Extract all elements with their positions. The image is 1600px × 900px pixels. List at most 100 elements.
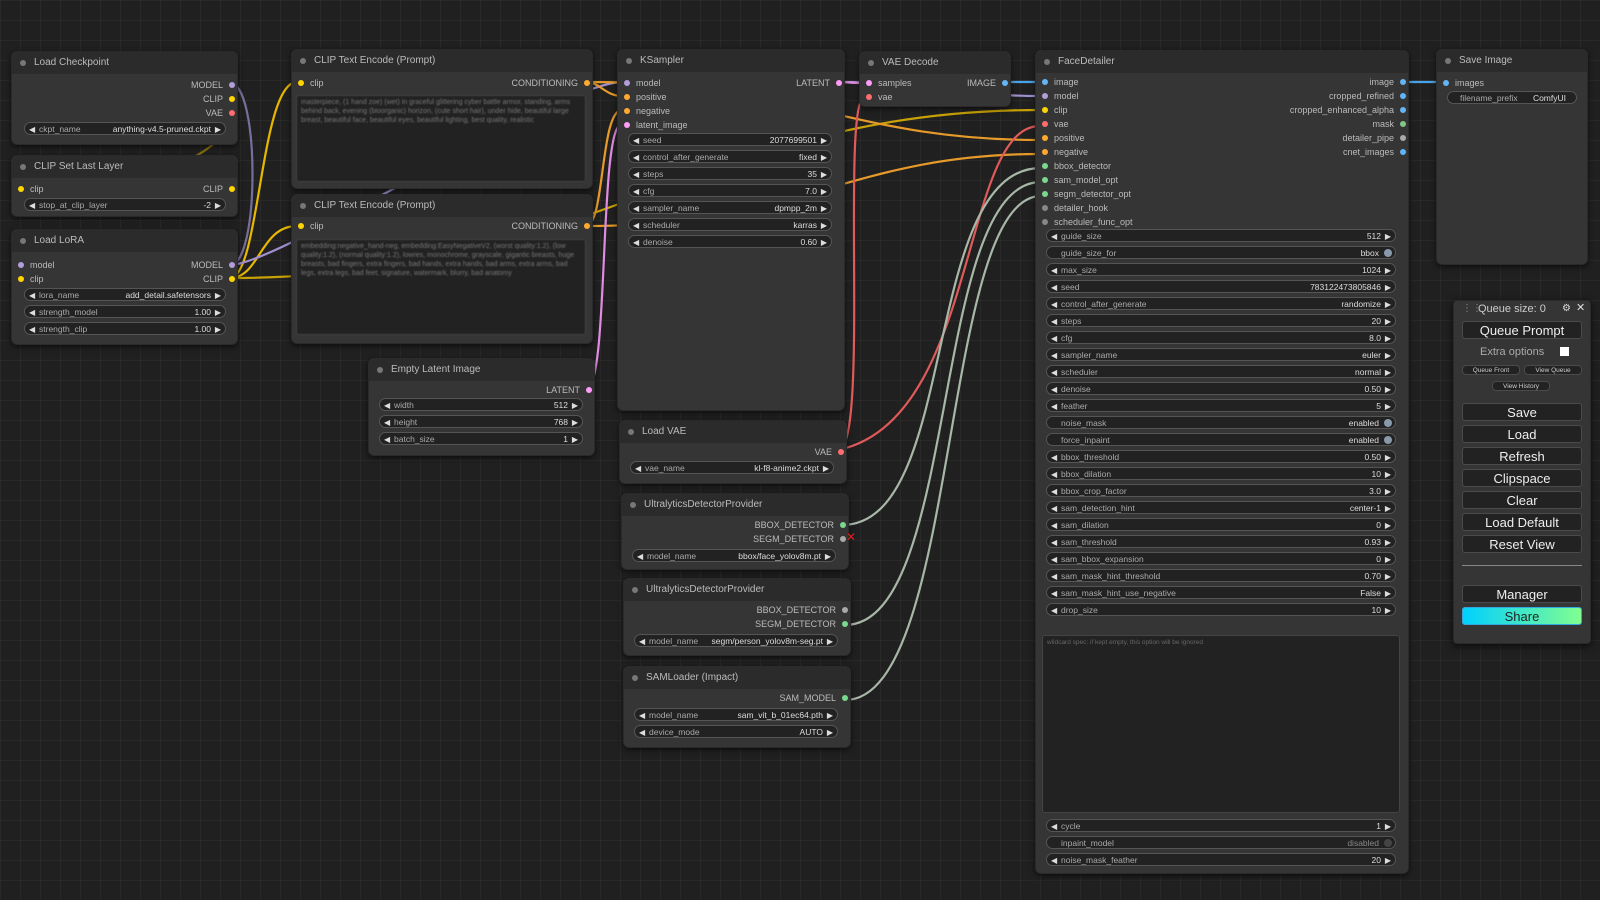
output-clip[interactable]: CLIP — [203, 92, 235, 106]
vae-name-combo[interactable]: ◀ vae_name kl-f8-anime2.ckpt ▶ — [630, 461, 834, 474]
gear-icon[interactable]: ⚙ — [1562, 303, 1571, 314]
node-title[interactable]: FaceDetailer — [1036, 51, 1408, 73]
lora-name-combo[interactable]: ◀ lora_name add_detail.safetensors ▶ — [24, 288, 226, 301]
arrow-left-icon[interactable]: ◀ — [1051, 820, 1057, 831]
slot-dot[interactable] — [586, 387, 592, 393]
slot-dot[interactable] — [836, 80, 842, 86]
noise-mask-feather-widget[interactable]: ◀ noise_mask_feather 20 ▶ — [1046, 853, 1396, 866]
output-cropped-refined[interactable]: cropped_refined — [1329, 89, 1406, 103]
arrow-left-icon[interactable]: ◀ — [1051, 349, 1057, 360]
arrow-right-icon[interactable]: ▶ — [1385, 264, 1391, 275]
arrow-left-icon[interactable]: ◀ — [1051, 281, 1057, 292]
node-title[interactable]: VAE Decode — [860, 52, 1010, 74]
slot-dot[interactable] — [1042, 163, 1048, 169]
output-model[interactable]: MODEL — [191, 78, 235, 92]
arrow-right-icon[interactable]: ▶ — [1385, 332, 1391, 343]
input-clip[interactable]: clip — [296, 219, 324, 233]
prompt-text-area[interactable]: embedding:negative_hand-neg, embedding:E… — [296, 239, 586, 335]
slot-dot[interactable] — [866, 94, 872, 100]
output-conditioning[interactable]: CONDITIONING — [512, 76, 590, 90]
slot-dot[interactable] — [229, 276, 235, 282]
arrow-right-icon[interactable]: ▶ — [1385, 400, 1391, 411]
node-save-image[interactable]: Save Image images filename_prefix ComfyUI — [1436, 49, 1588, 265]
node-title[interactable]: Load VAE — [620, 421, 846, 443]
scheduler-combo[interactable]: ◀ scheduler karras ▶ — [628, 218, 832, 231]
input-model[interactable]: model — [622, 76, 661, 90]
extra-options-checkbox[interactable] — [1560, 347, 1569, 356]
node-title[interactable]: SAMLoader (Impact) — [624, 667, 850, 689]
output-clip[interactable]: CLIP — [203, 272, 235, 286]
model-name-combo[interactable]: ◀ model_name sam_vit_b_01ec64.pth ▶ — [634, 708, 838, 721]
arrow-left-icon[interactable]: ◀ — [1051, 332, 1057, 343]
slot-dot[interactable] — [1042, 79, 1048, 85]
output-model[interactable]: MODEL — [191, 258, 235, 272]
slot-dot[interactable] — [1042, 191, 1048, 197]
arrow-right-icon[interactable]: ▶ — [1385, 230, 1391, 241]
arrow-left-icon[interactable]: ◀ — [1051, 536, 1057, 547]
control-after-generate-combo[interactable]: ◀ control_after_generate fixed ▶ — [628, 150, 832, 163]
arrow-right-icon[interactable]: ▶ — [1385, 604, 1391, 615]
max-size-widget[interactable]: ◀ max_size 1024 ▶ — [1046, 263, 1396, 276]
slot-dot[interactable] — [1002, 80, 1008, 86]
node-face-detailer[interactable]: FaceDetailer image model clip vae positive ne… — [1035, 50, 1409, 874]
node-title[interactable]: Empty Latent Image — [369, 359, 594, 381]
output-conditioning[interactable]: CONDITIONING — [512, 219, 590, 233]
load-button[interactable]: Load — [1462, 425, 1582, 443]
arrow-right-icon[interactable]: ▶ — [1385, 366, 1391, 377]
arrow-left-icon[interactable]: ◀ — [635, 462, 641, 473]
output-segm-detector[interactable]: SEGM_DETECTOR — [755, 617, 848, 631]
input-clip[interactable]: clip — [1040, 103, 1068, 117]
input-clip[interactable]: clip — [16, 272, 44, 286]
input-detailer-hook[interactable]: detailer_hook — [1040, 201, 1108, 215]
arrow-right-icon[interactable]: ▶ — [821, 219, 827, 230]
slot-dot[interactable] — [1443, 80, 1449, 86]
arrow-right-icon[interactable]: ▶ — [1385, 553, 1391, 564]
control-after-generate-widget[interactable]: ◀ control_after_generate randomize ▶ — [1046, 297, 1396, 310]
arrow-right-icon[interactable]: ▶ — [821, 168, 827, 179]
slot-dot[interactable] — [229, 262, 235, 268]
arrow-left-icon[interactable]: ◀ — [633, 202, 639, 213]
node-vae-decode[interactable]: VAE Decode samples vae IMAGE — [859, 51, 1011, 107]
load-default-button[interactable]: Load Default — [1462, 513, 1582, 531]
output-bbox-detector[interactable]: BBOX_DETECTOR — [755, 518, 846, 532]
slot-dot[interactable] — [18, 262, 24, 268]
slot-dot[interactable] — [1400, 107, 1406, 113]
toggle-knob-icon[interactable] — [1384, 249, 1392, 257]
slot-dot[interactable] — [842, 695, 848, 701]
toggle-knob-icon[interactable] — [1384, 436, 1392, 444]
slot-dot[interactable] — [229, 186, 235, 192]
arrow-left-icon[interactable]: ◀ — [1051, 553, 1057, 564]
output-vae[interactable]: VAE — [815, 445, 844, 459]
stop-at-clip-layer-number[interactable]: ◀ stop_at_clip_layer -2 ▶ — [24, 198, 226, 211]
output-latent[interactable]: LATENT — [796, 76, 842, 90]
filename-prefix-field[interactable]: filename_prefix ComfyUI — [1447, 91, 1577, 104]
slot-dot[interactable] — [624, 80, 630, 86]
seed-number[interactable]: ◀ seed 2077699501 ▶ — [628, 133, 832, 146]
node-title[interactable]: UltralyticsDetectorProvider — [624, 579, 850, 601]
arrow-left-icon[interactable]: ◀ — [633, 168, 639, 179]
arrow-left-icon[interactable]: ◀ — [1051, 451, 1057, 462]
slot-dot[interactable] — [1042, 93, 1048, 99]
width-number[interactable]: ◀ width 512 ▶ — [379, 398, 583, 411]
arrow-right-icon[interactable]: ▶ — [1385, 281, 1391, 292]
slot-dot[interactable] — [229, 110, 235, 116]
slot-dot[interactable] — [1042, 135, 1048, 141]
output-bbox-detector[interactable]: BBOX_DETECTOR — [757, 603, 848, 617]
close-icon[interactable]: ✕ — [1576, 301, 1585, 314]
sam-threshold-widget[interactable]: ◀ sam_threshold 0.93 ▶ — [1046, 535, 1396, 548]
wildcard-text-area[interactable]: wildcard spec: if kept empty, this optio… — [1042, 635, 1400, 813]
arrow-right-icon[interactable]: ▶ — [1385, 485, 1391, 496]
arrow-left-icon[interactable]: ◀ — [29, 323, 35, 334]
ckpt-name-combo[interactable]: ◀ ckpt_name anything-v4.5-pruned.ckpt ▶ — [24, 122, 226, 135]
arrow-right-icon[interactable]: ▶ — [1385, 519, 1391, 530]
arrow-left-icon[interactable]: ◀ — [1051, 502, 1057, 513]
slot-dot[interactable] — [1042, 205, 1048, 211]
output-clip[interactable]: CLIP — [203, 182, 235, 196]
arrow-right-icon[interactable]: ▶ — [215, 289, 221, 300]
feather-widget[interactable]: ◀ feather 5 ▶ — [1046, 399, 1396, 412]
slot-dot[interactable] — [1400, 135, 1406, 141]
input-vae[interactable]: vae — [1040, 117, 1069, 131]
drop-size-widget[interactable]: ◀ drop_size 10 ▶ — [1046, 603, 1396, 616]
arrow-right-icon[interactable]: ▶ — [1385, 502, 1391, 513]
arrow-left-icon[interactable]: ◀ — [633, 219, 639, 230]
